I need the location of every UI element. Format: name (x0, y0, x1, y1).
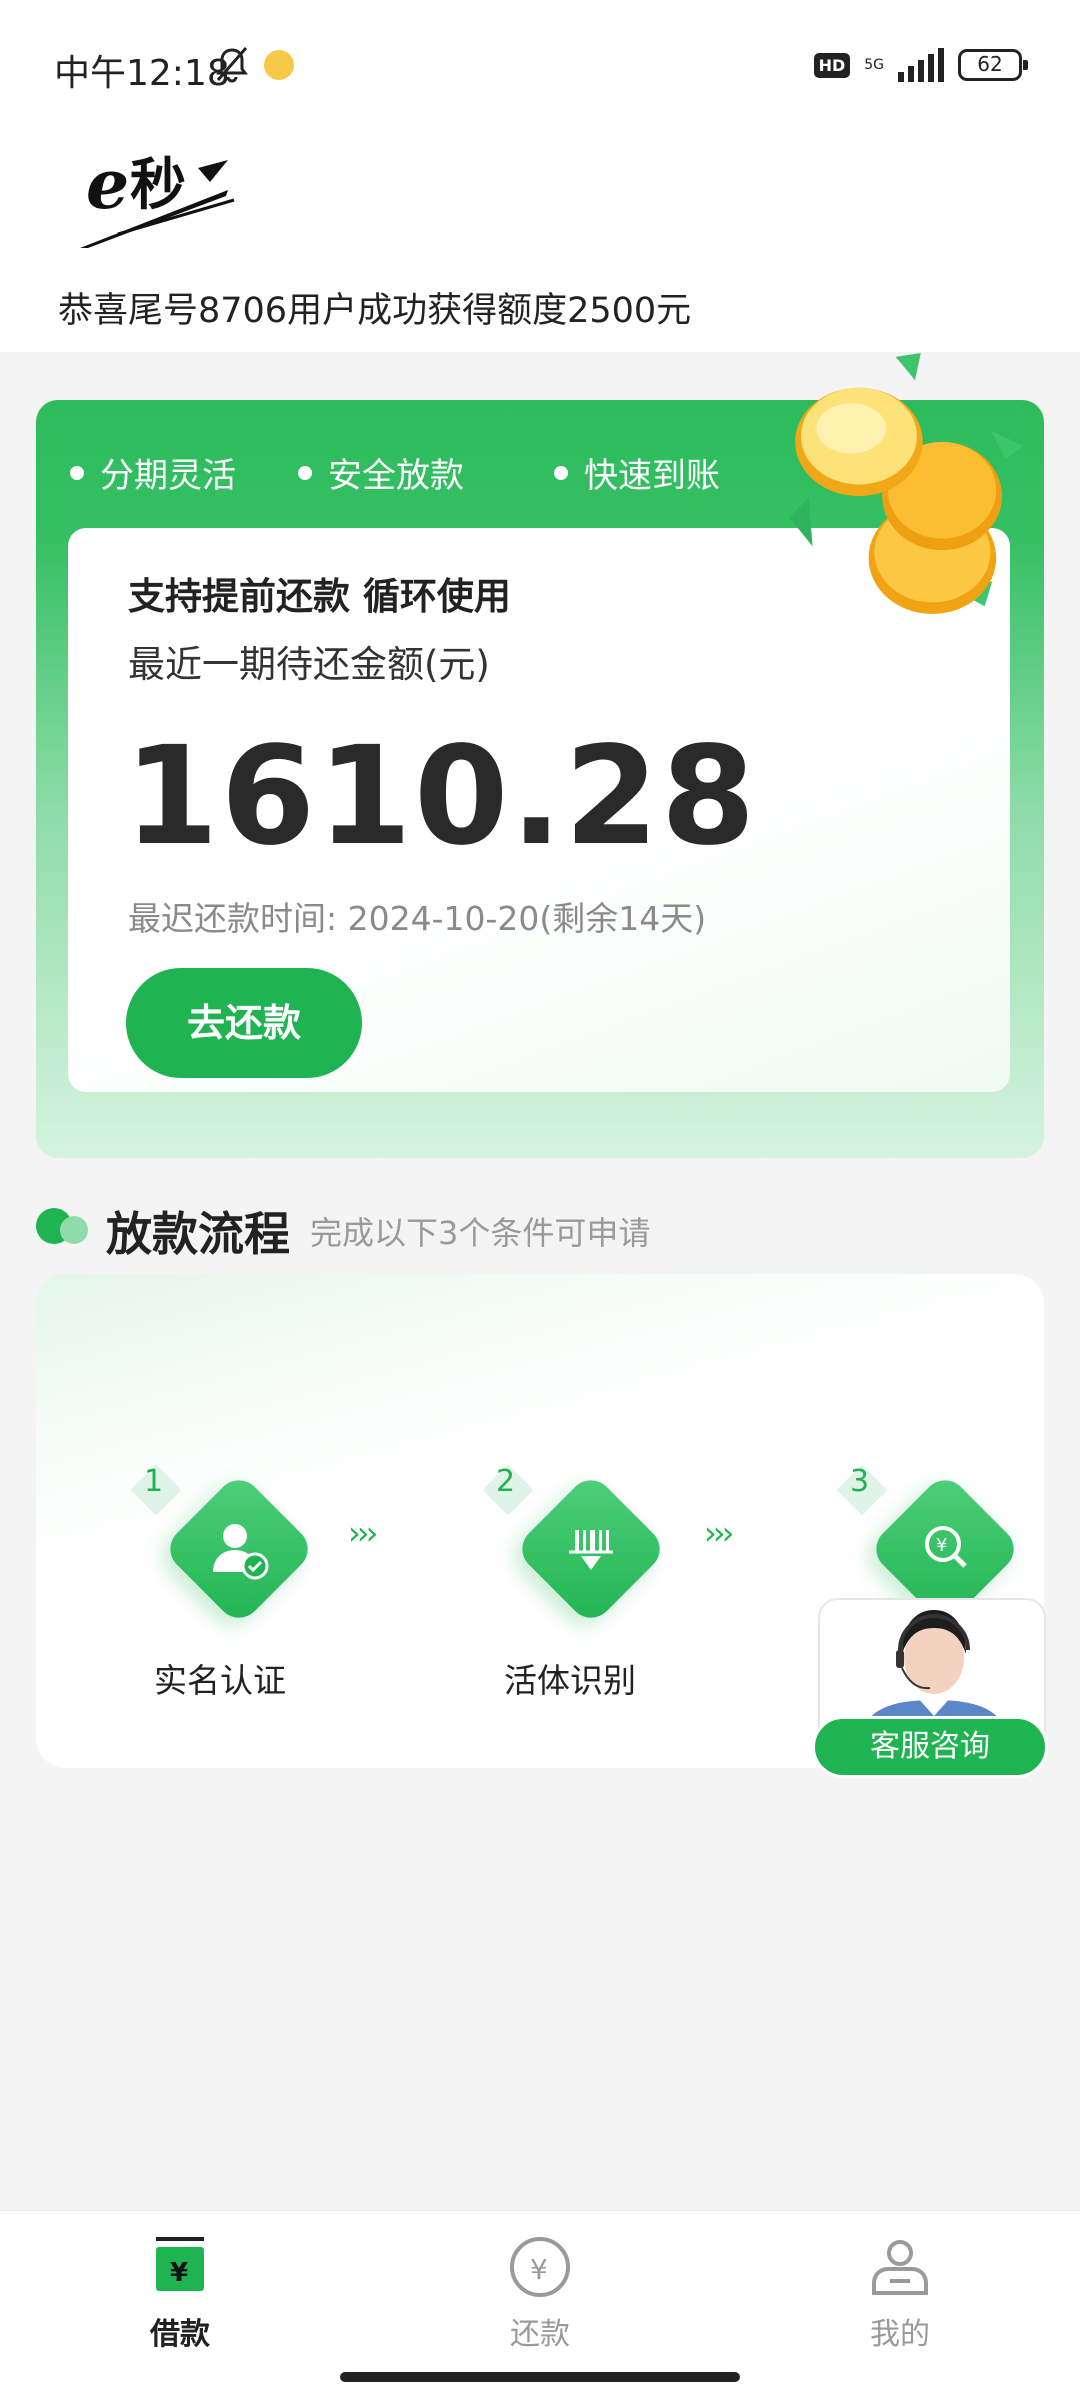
arrow-icon: ››› (704, 1514, 734, 1552)
gold-coins-icon (789, 353, 1024, 614)
nav-label: 我的 (870, 2317, 930, 2352)
success-notice: 恭喜尾号8706用户成功获得额度2500元 (58, 291, 692, 331)
app-screen: 中午12:18 HD 5G 62 e 秒 恭喜尾号8706用户成功获得额度250… (0, 0, 1080, 2400)
bullet-icon (298, 465, 312, 480)
battery-icon: 62 (958, 49, 1028, 81)
svg-text:e: e (86, 145, 129, 225)
status-time: 中午12:18 (54, 53, 230, 94)
battery-level: 62 (977, 52, 1003, 76)
feature-item: 安全放款 (298, 448, 464, 497)
bullet-icon (70, 465, 84, 480)
step-liveness[interactable]: 2 活体识别 (466, 1460, 686, 1710)
svg-text:¥: ¥ (936, 1535, 947, 1556)
step-number: 2 (496, 1464, 516, 1499)
feature-item: 快速到账 (554, 448, 720, 497)
process-title: 放款流程 (106, 1207, 290, 1261)
card-title: 支持提前还款 循环使用 (128, 575, 511, 618)
customer-service-button[interactable]: 客服咨询 (812, 1716, 1048, 1778)
svg-text:¥: ¥ (530, 2253, 548, 2286)
step-label: 实名认证 (154, 1661, 286, 1700)
face-scan-icon (569, 1530, 613, 1570)
section-dots-icon (36, 1208, 88, 1244)
step-label: 活体识别 (504, 1661, 636, 1700)
process-subtitle: 完成以下3个条件可申请 (310, 1214, 651, 1252)
bullet-icon (554, 465, 568, 480)
feature-label: 分期灵活 (100, 456, 236, 496)
due-date: 最迟还款时间: 2024-10-20(剩余14天) (128, 899, 707, 938)
profile-icon (872, 2240, 928, 2295)
feature-label: 安全放款 (328, 456, 464, 496)
signal-icon (898, 48, 944, 82)
status-indicators: HD 5G 62 (813, 48, 1028, 82)
feature-label: 快速到账 (584, 456, 720, 496)
bell-muted-icon (216, 47, 248, 83)
nav-item-profile[interactable]: 我的 (820, 2235, 980, 2353)
step-real-name[interactable]: 1 实名认证 (114, 1460, 334, 1710)
step-number: 3 (850, 1464, 870, 1499)
amount-caption: 最近一期待还金额(元) (128, 643, 490, 686)
user-verify-icon (213, 1524, 269, 1580)
loan-icon: ¥ (156, 2237, 204, 2291)
nav-item-loan[interactable]: ¥ 借款 (100, 2235, 260, 2353)
arrow-icon: ››› (348, 1514, 378, 1552)
nav-label: 还款 (510, 2317, 570, 2352)
home-indicator[interactable] (340, 2372, 740, 2382)
step-number: 1 (144, 1464, 164, 1499)
svg-text:秒: 秒 (130, 153, 186, 218)
repay-icon: ¥ (510, 2237, 570, 2297)
credit-search-icon: ¥ (925, 1526, 967, 1568)
notification-emoji-icon (264, 50, 294, 80)
repay-button[interactable]: 去还款 (126, 968, 362, 1078)
hd-badge: HD (813, 52, 851, 78)
customer-service-widget[interactable]: 客服咨询 (812, 1598, 1048, 1778)
svg-text:¥: ¥ (170, 2258, 188, 2288)
process-header: 放款流程 完成以下3个条件可申请 (34, 1196, 1034, 1261)
app-logo: e 秒 (80, 145, 235, 248)
amount-value: 1610.28 (124, 718, 758, 876)
nav-item-repay[interactable]: ¥ 还款 (460, 2235, 620, 2353)
status-bar: 中午12:18 HD 5G 62 (0, 0, 1080, 132)
network-label: 5G (864, 57, 884, 73)
nav-label: 借款 (150, 2317, 210, 2352)
feature-item: 分期灵活 (70, 448, 236, 497)
